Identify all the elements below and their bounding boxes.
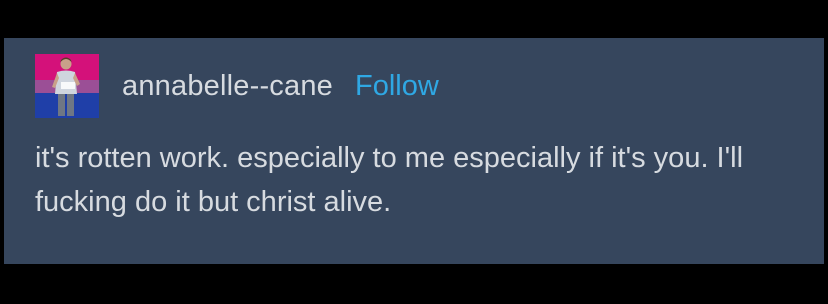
post-body-text: it's rotten work. especially to me espec… [35,142,752,218]
follow-button[interactable]: Follow [355,70,439,103]
screenshot-frame: annabelle--cane Follow it's rotten work.… [0,0,828,304]
avatar[interactable] [35,54,99,118]
username[interactable]: annabelle--cane [122,70,333,103]
avatar-person-icon [52,57,80,116]
post-header: annabelle--cane Follow [35,54,439,118]
tumblr-post: annabelle--cane Follow it's rotten work.… [4,38,824,264]
